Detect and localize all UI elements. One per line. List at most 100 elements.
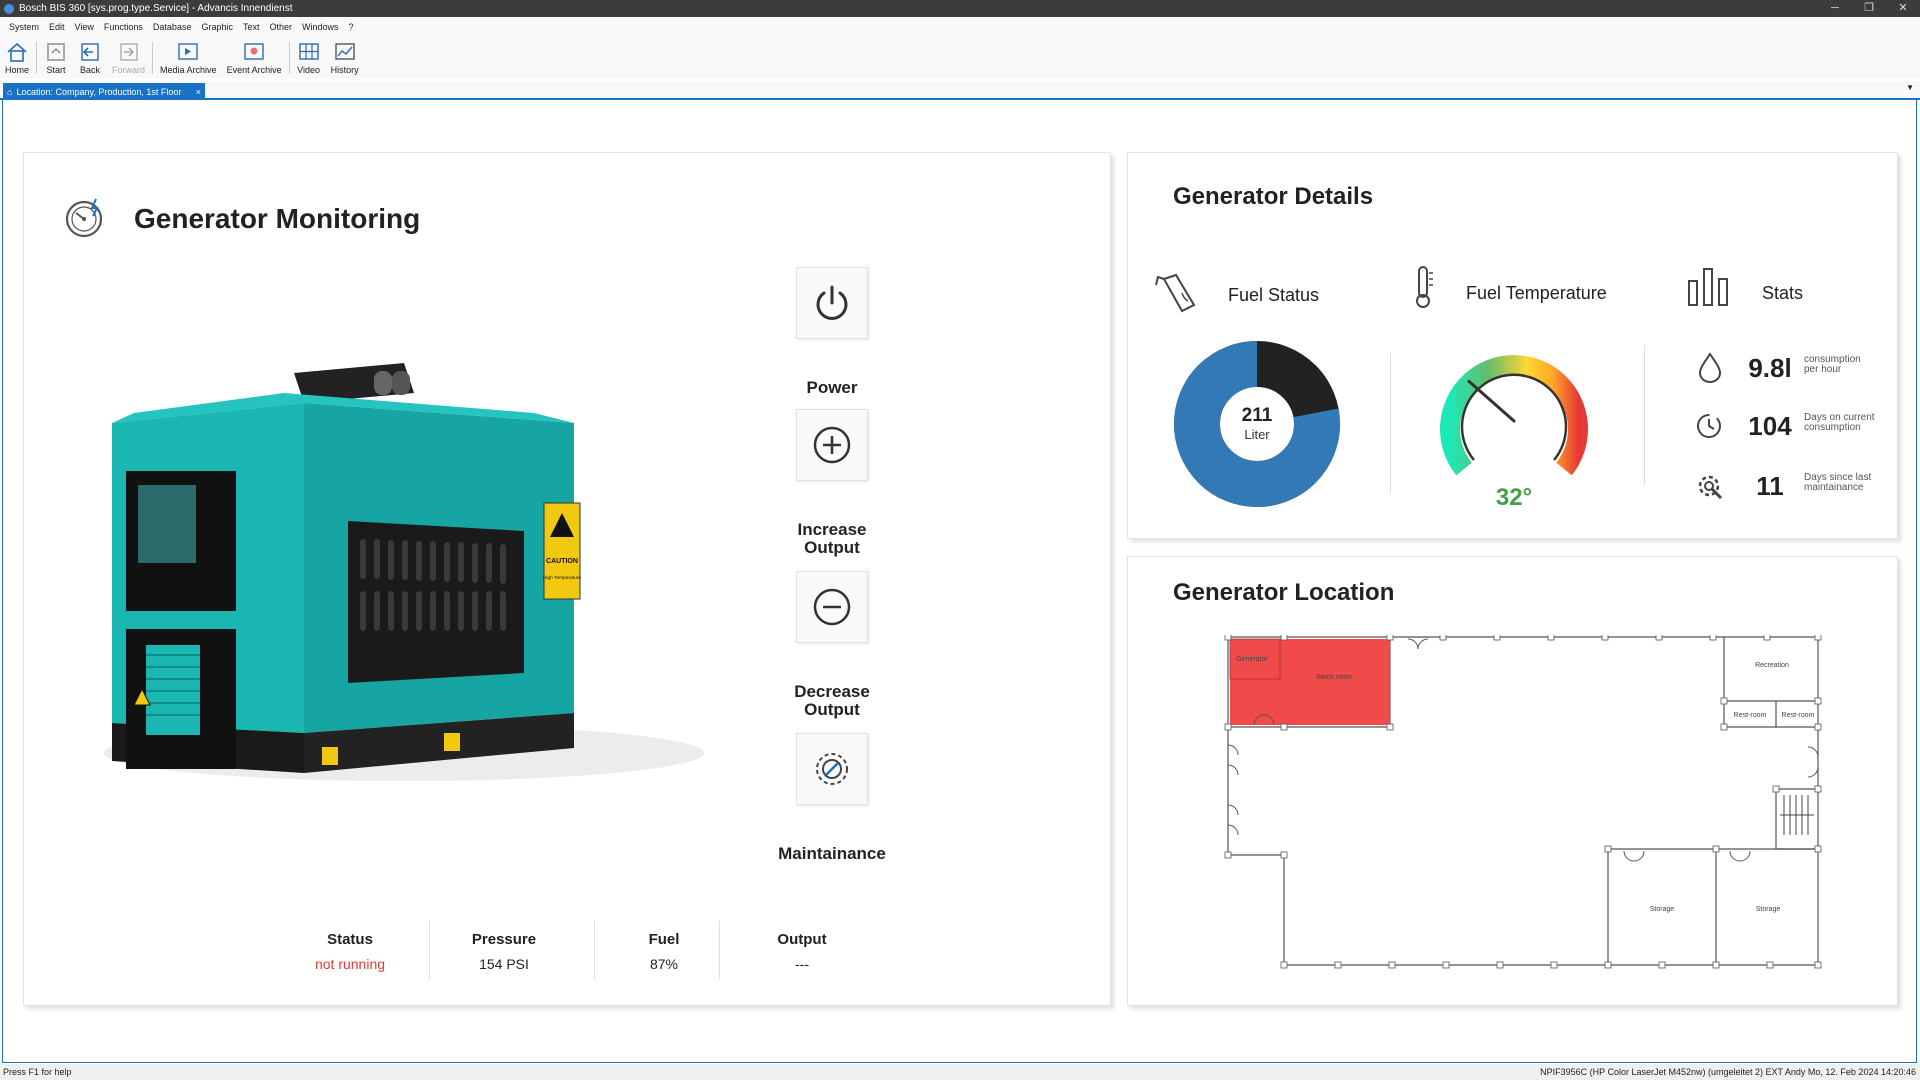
minus-circle-icon xyxy=(813,588,851,626)
caution-label: CAUTION xyxy=(546,558,578,565)
menu-text[interactable]: Text xyxy=(238,22,265,32)
status-right-info: NPIF3956C (HP Color LaserJet M452nw) (um… xyxy=(1540,1067,1916,1077)
page-title: Generator Monitoring xyxy=(134,203,421,234)
window-title: Bosch BIS 360 [sys.prog.type.Service] - … xyxy=(19,3,293,14)
restore-icon[interactable]: ❐ xyxy=(1852,0,1886,17)
menu-help[interactable]: ? xyxy=(344,22,359,32)
close-icon[interactable]: ✕ xyxy=(1886,0,1920,17)
menu-view[interactable]: View xyxy=(70,22,99,32)
tab-location[interactable]: ⌂ Location: Company, Production, 1st Flo… xyxy=(3,83,205,100)
start-button[interactable]: Start xyxy=(39,37,73,75)
menu-other[interactable]: Other xyxy=(264,22,297,32)
increase-output-button[interactable] xyxy=(796,409,868,481)
fuel-donut-chart: 211 Liter xyxy=(1174,341,1340,507)
toolbar-separator xyxy=(288,42,290,74)
room-label-storage-1: Storage xyxy=(1650,906,1675,913)
pressure-label: Pressure xyxy=(471,931,537,948)
forward-label: Forward xyxy=(112,65,146,75)
menu-database[interactable]: Database xyxy=(148,22,197,32)
menu-graphic[interactable]: Graphic xyxy=(196,22,238,32)
status-help-text: Press F1 for help xyxy=(3,1067,72,1077)
maintenance-gear-icon xyxy=(816,753,848,785)
menu-system[interactable]: System xyxy=(4,22,44,32)
fuel-status-heading: Fuel Status xyxy=(1228,285,1320,305)
generator-monitoring-panel: Generator Monitoring CAUTION High Temper… xyxy=(23,152,1111,1006)
back-arrow-icon xyxy=(81,43,99,61)
location-title: Generator Location xyxy=(1173,579,1395,606)
plus-circle-icon xyxy=(813,426,851,464)
home-label: Home xyxy=(5,65,30,75)
generator-room-highlight[interactable] xyxy=(1230,639,1390,725)
fuel-label: Fuel xyxy=(648,931,680,948)
days-current-label-line2: consumption xyxy=(1804,422,1861,433)
home-button[interactable]: Home xyxy=(0,37,34,75)
increase-output-label: Increase Output xyxy=(752,521,912,557)
divider xyxy=(1644,345,1645,485)
power-button[interactable] xyxy=(796,267,868,339)
maintainance-button[interactable] xyxy=(796,733,868,805)
maintainance-label: Maintainance xyxy=(778,844,886,863)
media-archive-label: Media Archive xyxy=(160,65,217,75)
home-icon: ⌂ xyxy=(7,86,13,97)
decrease-label-line2: Output xyxy=(804,700,860,719)
toolbar-separator xyxy=(152,42,154,74)
event-archive-label: Event Archive xyxy=(226,65,282,75)
video-label: Video xyxy=(297,65,321,75)
caution-sublabel: High Temperature xyxy=(543,575,581,581)
floor-plan: Generator Stock room Recreation Rest-roo… xyxy=(1224,635,1822,969)
divider xyxy=(1390,353,1391,493)
generator-location-panel: Generator Location Generator Stock room … xyxy=(1127,556,1898,1006)
output-label: Output xyxy=(777,931,827,948)
generator-image: CAUTION High Temperature xyxy=(104,363,704,781)
forward-button[interactable]: Forward xyxy=(107,37,150,75)
consumption-label-line2: per hour xyxy=(1804,364,1842,375)
history-chart-icon xyxy=(334,43,355,60)
decrease-output-label: Decrease Output xyxy=(752,683,912,719)
video-button[interactable]: Video xyxy=(292,37,326,75)
minimize-icon[interactable]: ─ xyxy=(1818,0,1852,17)
decrease-output-button[interactable] xyxy=(796,571,868,643)
history-button[interactable]: History xyxy=(326,37,364,75)
media-archive-button[interactable]: Media Archive xyxy=(155,37,222,75)
days-maint-value: 11 xyxy=(1756,471,1784,501)
menu-windows[interactable]: Windows xyxy=(297,22,344,32)
power-icon xyxy=(816,285,848,320)
event-archive-icon xyxy=(244,43,264,60)
fuel-liter-unit: Liter xyxy=(1244,427,1270,442)
tab-dropdown-icon[interactable]: ▼ xyxy=(1906,83,1914,92)
history-label: History xyxy=(330,65,359,75)
generator-gauge-icon xyxy=(65,198,103,238)
forward-arrow-icon xyxy=(119,43,138,61)
details-title: Generator Details xyxy=(1173,183,1374,210)
fuel-field: Fuel 87% xyxy=(604,931,724,972)
status-label: Status xyxy=(327,931,373,948)
temperature-needle xyxy=(1467,379,1516,423)
fuel-value: 87% xyxy=(649,956,679,972)
content-area: Generator Monitoring CAUTION High Temper… xyxy=(2,100,1917,1063)
pressure-value: 154 PSI xyxy=(479,956,529,972)
tab-close-icon[interactable]: × xyxy=(196,87,201,97)
tab-strip: ⌂ Location: Company, Production, 1st Flo… xyxy=(0,81,1920,100)
app-icon xyxy=(4,3,14,14)
output-field: Output --- xyxy=(742,931,862,972)
room-label-stock: Stock room xyxy=(1316,674,1352,681)
menu-edit[interactable]: Edit xyxy=(44,22,70,32)
home-icon xyxy=(7,42,27,62)
fuel-temperature-heading: Fuel Temperature xyxy=(1466,283,1607,303)
divider xyxy=(594,921,595,979)
status-bar: Press F1 for help NPIF3956C (HP Color La… xyxy=(0,1064,1920,1080)
video-grid-icon xyxy=(298,43,319,60)
event-archive-button[interactable]: Event Archive xyxy=(222,37,287,75)
room-label-storage-2: Storage xyxy=(1756,906,1781,913)
fuel-pump-icon xyxy=(1155,273,1196,313)
clock-icon xyxy=(1697,414,1721,438)
output-value: --- xyxy=(795,956,809,972)
back-button[interactable]: Back xyxy=(73,37,107,75)
days-current-value: 104 xyxy=(1748,411,1792,441)
drop-icon xyxy=(1698,352,1722,383)
tab-location-label: Location: Company, Production, 1st Floor xyxy=(16,86,182,97)
menu-functions[interactable]: Functions xyxy=(99,22,148,32)
generator-details-panel: Generator Details Fuel Status Fuel Tempe… xyxy=(1127,152,1898,539)
power-label: Power xyxy=(806,378,858,397)
increase-label-line2: Output xyxy=(804,538,860,557)
